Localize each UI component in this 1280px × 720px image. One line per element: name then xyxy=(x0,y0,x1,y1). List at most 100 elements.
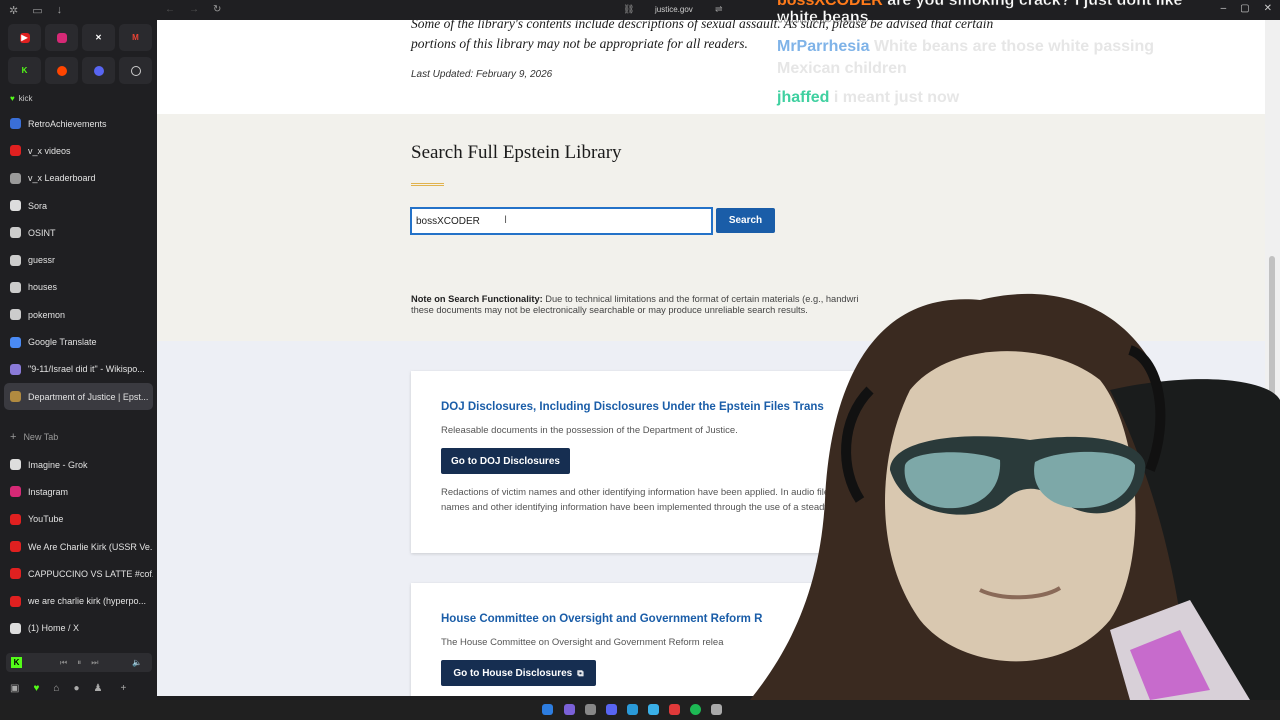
close-icon[interactable]: ✕ xyxy=(1264,3,1272,14)
app-icon[interactable] xyxy=(711,704,722,715)
sidebar-tab[interactable]: houses xyxy=(4,274,153,301)
app-icon[interactable] xyxy=(585,704,596,715)
back-icon[interactable]: ← xyxy=(165,4,175,15)
app-icon[interactable] xyxy=(669,704,680,715)
address-bar[interactable]: justice.gov xyxy=(655,5,693,14)
webcam-overlay xyxy=(730,270,1280,700)
sidebar-tab-label: Department of Justice | Epst... xyxy=(28,391,149,402)
card-description: The House Committee on Oversight and Gov… xyxy=(441,637,724,648)
search-button[interactable]: Search xyxy=(716,208,775,233)
space-icon[interactable]: ● xyxy=(73,683,79,694)
pinned-instagram[interactable] xyxy=(45,24,78,51)
sidebar-tab-label: "9-11/Israel did it" - Wikispo... xyxy=(28,364,145,375)
youtube-icon xyxy=(10,541,21,553)
tab-list-2: Imagine - Grok Instagram YouTube We Are Cha… xyxy=(4,451,153,642)
app-icon[interactable] xyxy=(564,704,575,715)
sidebar-tab[interactable]: Sora xyxy=(4,192,153,219)
pinned-gmail[interactable]: M xyxy=(119,24,152,51)
sidebar-tab[interactable]: Google Translate xyxy=(4,328,153,355)
chat-username: bossXCODER xyxy=(777,0,883,9)
tune-icon[interactable]: ⇌ xyxy=(715,4,723,15)
chat-text: Mexican children xyxy=(777,60,907,77)
text-cursor-icon: I xyxy=(504,214,508,226)
sidebar-tab-label: CAPPUCCINO VS LATTE #cof... xyxy=(28,568,153,579)
bookmark-icon[interactable]: ⌂ xyxy=(53,683,59,694)
pinned-discord[interactable] xyxy=(82,57,115,84)
sidebar-tab-label: (1) Home / X xyxy=(28,623,80,634)
youtube-icon xyxy=(10,568,21,580)
card-title[interactable]: House Committee on Oversight and Governm… xyxy=(441,613,762,625)
search-heading: Search Full Epstein Library xyxy=(411,142,622,163)
sidebar-tab[interactable]: YouTube xyxy=(4,506,153,533)
sidebar-tab[interactable]: CAPPUCCINO VS LATTE #cof... xyxy=(4,560,153,587)
sidebar-tab[interactable]: guessr xyxy=(4,246,153,273)
start-icon[interactable] xyxy=(542,704,553,715)
volume-icon[interactable]: 🔈 xyxy=(132,658,142,667)
chat-username: MrParrhesia xyxy=(777,38,870,55)
x-icon xyxy=(10,622,21,634)
add-icon[interactable]: + xyxy=(120,683,126,694)
sidebar-bottom-bar: ▣ ♥ ⌂ ● ♟ + xyxy=(0,680,157,696)
wiki-icon xyxy=(10,363,21,375)
pinned-x[interactable]: ✕ xyxy=(82,24,115,51)
sidebar-tab[interactable]: Instagram xyxy=(4,478,153,505)
sidebar-tab[interactable]: We Are Charlie Kirk (USSR Ve... xyxy=(4,533,153,560)
previous-icon[interactable]: ⏮ xyxy=(60,658,67,668)
folder-icon xyxy=(10,254,21,266)
youtube-icon xyxy=(10,595,21,607)
download-icon[interactable]: ↓ xyxy=(57,4,63,16)
sidebar-tab[interactable]: "9-11/Israel did it" - Wikispo... xyxy=(4,356,153,383)
sidebar-toggle-icon[interactable]: ▭ xyxy=(32,4,42,17)
sidebar-tab-label: OSINT xyxy=(28,227,56,238)
chatgpt-icon xyxy=(130,65,141,76)
search-input[interactable] xyxy=(410,207,713,235)
archive-icon[interactable]: ▣ xyxy=(10,683,19,694)
sidebar-tab[interactable]: pokemon xyxy=(4,301,153,328)
edge-icon[interactable] xyxy=(648,704,659,715)
pinned-reddit[interactable] xyxy=(45,57,78,84)
spotify-icon[interactable] xyxy=(690,704,701,715)
minimize-icon[interactable]: – xyxy=(1221,3,1227,14)
profile-icon[interactable]: ♟ xyxy=(93,683,102,694)
sidebar-tab[interactable]: RetroAchievements xyxy=(4,110,153,137)
house-disclosures-button[interactable]: Go to House Disclosures ⧉ xyxy=(441,660,596,686)
maximize-icon[interactable]: ▢ xyxy=(1240,3,1249,14)
kick-folder[interactable]: ♥ kick xyxy=(10,94,33,103)
doj-disclosures-button[interactable]: Go to DOJ Disclosures xyxy=(441,448,570,474)
sora-icon xyxy=(10,200,21,212)
google-translate-icon xyxy=(10,336,21,348)
sidebar-tab[interactable]: Imagine - Grok xyxy=(4,451,153,478)
sidebar-tab[interactable]: we are charlie kirk (hyperpo... xyxy=(4,587,153,614)
sidebar-tab[interactable]: (1) Home / X xyxy=(4,615,153,642)
window-controls: – ▢ ✕ xyxy=(1221,3,1272,14)
pinned-kick[interactable]: K xyxy=(8,57,41,84)
next-icon[interactable]: ⏭ xyxy=(91,658,98,668)
heart-icon[interactable]: ♥ xyxy=(33,683,39,694)
reload-icon[interactable]: ↻ xyxy=(213,4,221,15)
chat-text: are you smoking crack? I just dont like xyxy=(882,0,1183,9)
sidebar-tab-label: guessr xyxy=(28,255,56,266)
app-icon[interactable] xyxy=(627,704,638,715)
sidebar-tab-label: v_x videos xyxy=(28,145,71,156)
youtube-icon xyxy=(10,513,21,525)
sidebar-tab[interactable]: Department of Justice | Epst... xyxy=(4,382,153,411)
pinned-sites: ▶ ✕ M K xyxy=(8,24,152,84)
kick-icon: K xyxy=(11,657,22,668)
pinned-youtube[interactable]: ▶ xyxy=(8,24,41,51)
sidebar-tab[interactable]: OSINT xyxy=(4,219,153,246)
sidebar-tab[interactable]: v_x videos xyxy=(4,137,153,164)
pause-icon[interactable]: ⏸ xyxy=(77,658,81,668)
streamer-figure xyxy=(750,293,1280,700)
discord-icon[interactable] xyxy=(606,704,617,715)
link-icon[interactable]: ⛓ xyxy=(623,4,634,15)
forward-icon[interactable]: → xyxy=(189,4,199,15)
note-label: Note on Search Functionality: xyxy=(411,294,543,304)
browser-sidebar: ✲ ▭ ↓ ▶ ✕ M K ♥ kick RetroAchievements v_… xyxy=(0,0,157,720)
folder-icon xyxy=(10,281,21,293)
settings-icon[interactable]: ✲ xyxy=(9,4,18,17)
new-tab-button[interactable]: + New Tab xyxy=(4,423,153,450)
sidebar-tab[interactable]: v_x Leaderboard xyxy=(4,165,153,192)
nav-controls: ← → ↻ xyxy=(165,4,221,15)
sidebar-tab-label: pokemon xyxy=(28,309,66,320)
pinned-chatgpt[interactable] xyxy=(119,57,152,84)
